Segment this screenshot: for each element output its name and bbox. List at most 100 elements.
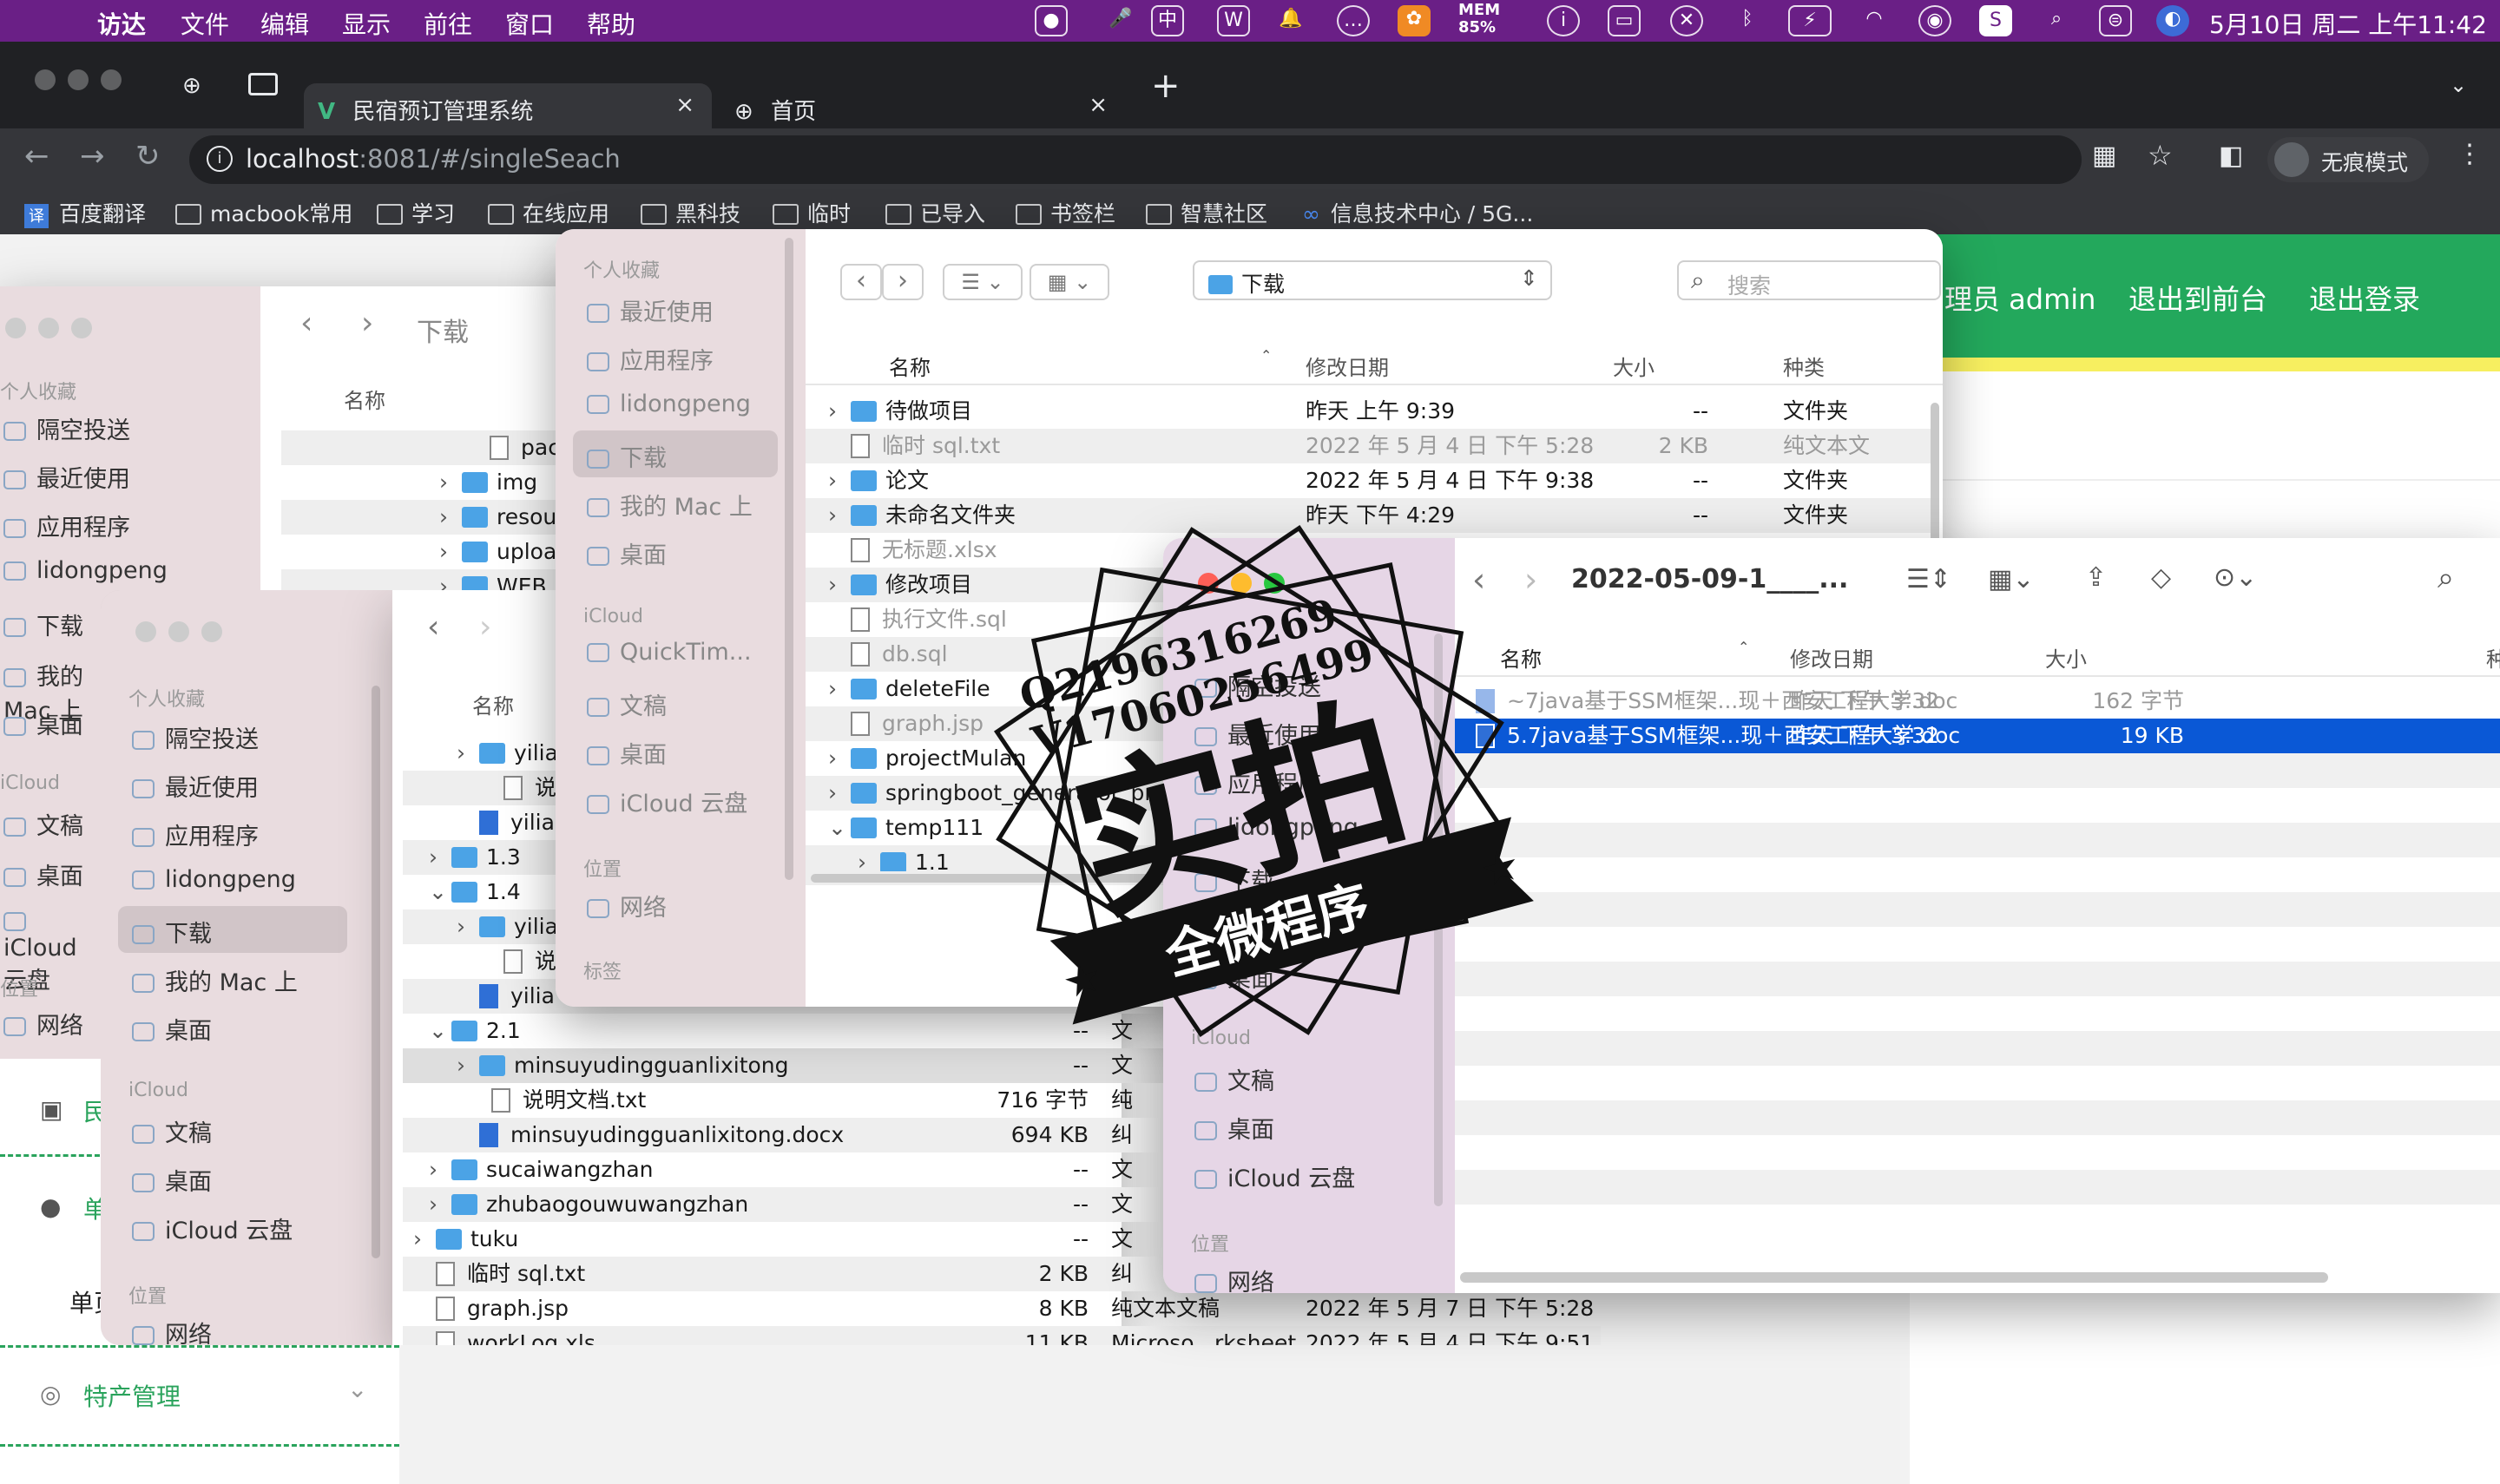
table-row[interactable]: workLog.xls 11 KB Microso...rksheet 2022… <box>403 1326 1601 1345</box>
chevron-right-icon[interactable]: › <box>457 1048 479 1083</box>
window-controls[interactable] <box>35 69 134 94</box>
table-row[interactable]: › 待做项目 昨天 上午 9:39 -- 文件夹 <box>806 394 1931 429</box>
tab-minsu[interactable]: V 民宿预订管理系统 × <box>304 83 712 128</box>
bookmark-folder[interactable]: 临时 <box>773 197 851 228</box>
control-center-icon[interactable]: ⊜ <box>2099 5 2132 36</box>
table-row[interactable]: 临时 sql.txt 2022 年 5 月 4 日 下午 5:28 2 KB 纯… <box>806 429 1931 463</box>
bookmark-site[interactable]: ∞ 信息技术中心 / 5G... <box>1302 197 1533 228</box>
forward-chevron-icon[interactable]: › <box>361 305 373 341</box>
column-kind[interactable]: 种 <box>2486 642 2500 673</box>
bookmark-folder[interactable]: 已导入 <box>885 197 985 228</box>
site-info-icon[interactable]: i <box>207 146 233 172</box>
sidebar-item-recents[interactable]: 最近使用 <box>3 460 130 494</box>
chevron-right-icon[interactable]: › <box>828 776 851 811</box>
new-tab-button[interactable]: + <box>1151 66 1181 106</box>
bookmark-folder[interactable]: 学习 <box>377 197 455 228</box>
table-row[interactable]: graph.jsp 8 KB 纯文本文稿 2022 年 5 月 7 日 下午 5… <box>403 1291 1601 1326</box>
sidebar-item-user[interactable]: lidongpeng <box>587 391 751 417</box>
sidebar-item-apps[interactable]: 应用程序 <box>3 509 130 542</box>
pinned-tab-icon[interactable] <box>248 73 278 95</box>
sidebar-item-icloud[interactable]: iCloud 云盘 <box>1194 1159 1355 1193</box>
tab-close-icon[interactable]: × <box>675 92 694 118</box>
globe-icon[interactable]: ✕ <box>1670 5 1703 36</box>
chevron-right-icon[interactable]: › <box>828 741 851 776</box>
sidebar-scrollbar[interactable] <box>372 686 380 1258</box>
nav-item-specialty[interactable]: 特产管理 <box>83 1378 181 1413</box>
memory-monitor[interactable]: MEM 85% <box>1458 2 1500 36</box>
siri-icon[interactable]: ◐ <box>2156 5 2189 36</box>
sidebar-item-downloads[interactable]: 下载 <box>3 607 83 641</box>
sidebar-item-network[interactable]: 网络 <box>587 889 667 923</box>
forward-button[interactable]: › <box>882 264 924 300</box>
tab-close-icon[interactable]: × <box>1089 92 1108 118</box>
sidebar-item-recents[interactable]: 最近使用 <box>132 769 259 803</box>
path-popup[interactable]: 下载 ⇕ <box>1193 260 1552 300</box>
back-chevron-icon[interactable]: ‹ <box>427 609 439 645</box>
sidepanel-icon[interactable]: ◧ <box>2219 141 2243 171</box>
chevron-right-icon[interactable]: › <box>439 465 462 500</box>
sidebar-item-documents[interactable]: 文稿 <box>3 807 83 841</box>
list-view-icon[interactable]: ☰⇕ <box>1906 564 1951 594</box>
sidebar-item-icloud[interactable]: iCloud 云盘 <box>132 1211 293 1245</box>
menu-window[interactable]: 窗口 <box>505 6 554 41</box>
back-button[interactable]: ‹ <box>840 264 882 300</box>
window-icon[interactable]: ▭ <box>1608 5 1641 36</box>
group-view-icon[interactable]: ▦⌄ <box>1988 564 2034 594</box>
horizontal-scrollbar[interactable] <box>1460 1272 2328 1283</box>
sidebar-item-icloud[interactable]: iCloud 云盘 <box>587 785 747 818</box>
chevron-down-icon[interactable]: ⌄ <box>347 1375 367 1403</box>
bookmark-folder[interactable]: 黑科技 <box>641 197 740 228</box>
forward-icon[interactable]: → <box>80 139 105 174</box>
window-controls[interactable] <box>5 318 104 342</box>
sidebar-item-desktop[interactable]: 桌面 <box>3 857 83 891</box>
chevron-right-icon[interactable]: › <box>828 394 851 429</box>
sidebar-item-mymac[interactable]: 我的 Mac 上 <box>587 488 753 522</box>
share-icon[interactable]: ⇪ <box>2085 562 2107 593</box>
sidebar-item-user[interactable]: lidongpeng <box>3 557 168 584</box>
list-view-button[interactable]: ☰ ⌄ <box>943 264 1023 300</box>
window-controls[interactable] <box>135 621 234 646</box>
logout-link[interactable]: 退出登录 <box>2309 278 2420 318</box>
menu-file[interactable]: 文件 <box>181 6 229 41</box>
sidebar-item-desktop[interactable]: 桌面 <box>132 1163 212 1197</box>
chat-icon[interactable]: … <box>1337 5 1370 36</box>
bookmark-folder[interactable]: 智慧社区 <box>1146 197 1267 228</box>
chevron-right-icon[interactable]: › <box>828 498 851 533</box>
back-icon[interactable]: ← <box>24 139 49 174</box>
chevron-down-icon[interactable]: ⌄ <box>429 875 451 909</box>
chevron-down-icon[interactable]: ⌄ <box>828 811 851 845</box>
sidebar-item-desktop[interactable]: 桌面 <box>587 536 667 570</box>
input-method-icon[interactable]: 中 <box>1151 5 1184 36</box>
sidebar-item-recents[interactable]: 最近使用 <box>587 293 714 327</box>
tab-home[interactable]: ⊕ 首页 × <box>729 83 1120 128</box>
chevron-right-icon[interactable]: › <box>413 1222 436 1257</box>
menu-dots-icon[interactable]: ⋮ <box>2457 139 2483 169</box>
chevron-right-icon[interactable]: › <box>429 840 451 875</box>
menubar-clock[interactable]: 5月10日 周二 上午11:42 <box>2209 6 2487 41</box>
table-row[interactable]: ~7java基于SSM框架...现＋西安工程大学.doc 昨天 下午 3:32 … <box>1455 684 2500 719</box>
sidebar-item-desktop[interactable]: 桌面 <box>1194 1111 1274 1145</box>
chevron-right-icon[interactable]: › <box>439 535 462 569</box>
sidebar-item-downloads[interactable]: 下载 <box>132 915 212 949</box>
column-date[interactable]: 修改日期 <box>1790 642 1873 673</box>
bookmark-folder[interactable]: 书签栏 <box>1016 197 1115 228</box>
sidebar-item-desktop[interactable]: 桌面 <box>3 706 83 740</box>
search-field[interactable]: ⌕ 搜索 <box>1677 260 1941 300</box>
search-icon[interactable]: ⌕ <box>2040 5 2073 36</box>
sidebar-item-downloads[interactable]: 下载 <box>587 439 667 473</box>
chevron-right-icon[interactable]: › <box>828 568 851 602</box>
menu-edit[interactable]: 编辑 <box>260 6 309 41</box>
sidebar-item-desktop[interactable]: 桌面 <box>587 736 667 770</box>
back-chevron-icon[interactable]: ‹ <box>300 305 312 341</box>
chevron-right-icon[interactable]: › <box>457 909 479 944</box>
record-icon[interactable]: ● <box>1035 5 1068 36</box>
menu-view[interactable]: 显示 <box>342 6 391 41</box>
menu-help[interactable]: 帮助 <box>587 6 635 41</box>
chevron-right-icon[interactable]: › <box>828 672 851 706</box>
qr-icon[interactable]: ▦ <box>2092 141 2116 171</box>
column-size[interactable]: 大小 <box>2045 642 2087 673</box>
column-kind[interactable]: 种类 <box>1783 351 1825 381</box>
chevron-right-icon[interactable]: › <box>439 500 462 535</box>
sidebar-item-apps[interactable]: 应用程序 <box>132 818 259 851</box>
app-orange-icon[interactable]: ✿ <box>1398 5 1431 36</box>
